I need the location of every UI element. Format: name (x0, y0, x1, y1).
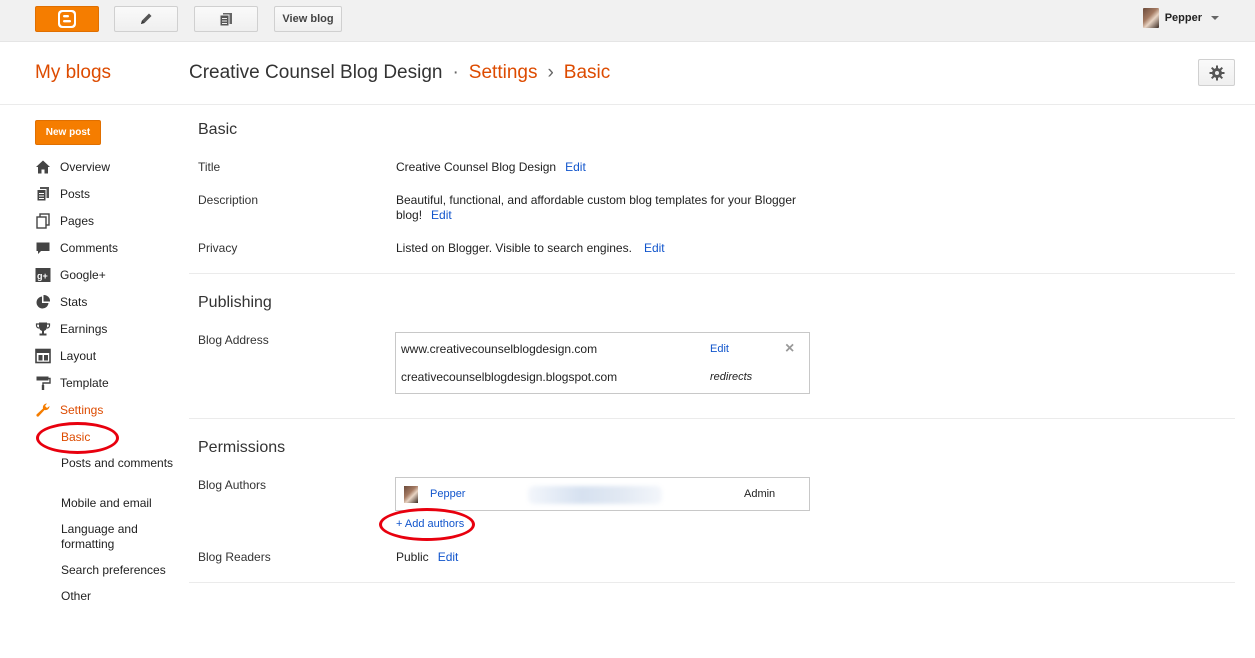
description-label: Description (198, 193, 259, 207)
sidebar-item-label: Comments (60, 241, 119, 255)
posts-icon (35, 186, 51, 202)
breadcrumb: Creative Counsel Blog Design · Settings … (189, 62, 610, 84)
new-post-pencil-button[interactable] (114, 6, 178, 32)
basic-section-heading: Basic (198, 121, 238, 138)
new-post-button[interactable]: New post (35, 120, 101, 145)
pages-icon (35, 213, 51, 229)
sidebar-item-settings[interactable]: Settings (35, 400, 103, 420)
author-name-link[interactable]: Pepper (430, 488, 465, 500)
edit-address-link[interactable]: Edit (710, 343, 729, 355)
blog-readers-row: Public Edit (396, 550, 458, 565)
edit-readers-link[interactable]: Edit (438, 550, 459, 564)
blog-readers-label: Blog Readers (198, 550, 271, 564)
avatar (1142, 8, 1159, 28)
permissions-section-heading: Permissions (198, 439, 286, 456)
blog-readers-value: Public (396, 550, 429, 564)
privacy-label: Privacy (198, 241, 238, 255)
sidebar-item-label: Layout (60, 349, 97, 363)
comments-icon (35, 240, 51, 256)
sidebar-item-overview[interactable]: Overview (35, 157, 110, 177)
stats-icon (35, 294, 51, 310)
page-header: My blogs Creative Counsel Blog Design · … (0, 42, 1255, 105)
top-bar: View blog Pepper (0, 0, 1255, 42)
title-value: Creative Counsel Blog Design (396, 160, 557, 174)
svg-text:g+: g+ (37, 271, 48, 281)
sidebar-item-earnings[interactable]: Earnings (35, 319, 107, 339)
section-divider (189, 418, 1235, 419)
sidebar-item-label: Earnings (60, 322, 108, 336)
edit-title-link[interactable]: Edit (565, 160, 586, 174)
layout-icon (35, 348, 51, 364)
annotation-circle-add-authors (379, 508, 475, 541)
settings-gear-button[interactable] (1198, 59, 1235, 86)
google-plus-icon: g+ (35, 267, 51, 283)
sidebar-item-label: Settings (60, 403, 104, 417)
breadcrumb-separator: · (452, 62, 459, 83)
sidebar-subitem-other[interactable]: Other (61, 589, 176, 604)
sidebar-subitem-posts-and-comments[interactable]: Posts and comments (61, 456, 176, 471)
privacy-value-row: Listed on Blogger. Visible to search eng… (396, 241, 665, 256)
home-icon (35, 159, 51, 175)
chevron-down-icon (1211, 16, 1219, 20)
sidebar-item-label: Google+ (60, 268, 106, 282)
privacy-value: Listed on Blogger. Visible to search eng… (396, 241, 632, 255)
blog-address-box: www.creativecounselblogdesign.com Edit ×… (395, 332, 810, 394)
section-divider (189, 582, 1235, 583)
blog-authors-label: Blog Authors (198, 478, 267, 492)
breadcrumb-separator: › (547, 62, 554, 83)
sidebar-item-pages[interactable]: Pages (35, 211, 94, 231)
breadcrumb-settings[interactable]: Settings (469, 62, 538, 84)
sidebar-item-label: Template (60, 376, 109, 390)
section-divider (189, 273, 1235, 274)
breadcrumb-blog-name: Creative Counsel Blog Design (189, 62, 443, 83)
description-value: Beautiful, functional, and affordable cu… (396, 193, 797, 222)
sidebar-subitem-mobile-and-email[interactable]: Mobile and email (61, 496, 176, 511)
my-blogs-link[interactable]: My blogs (35, 62, 111, 84)
publishing-section-heading: Publishing (198, 294, 272, 311)
blogger-logo-icon (58, 10, 76, 28)
sidebar-item-comments[interactable]: Comments (35, 238, 118, 258)
pencil-icon (141, 13, 152, 24)
title-value-row: Creative Counsel Blog Design Edit (396, 160, 586, 175)
sidebar-item-google-plus[interactable]: g+ Google+ (35, 265, 106, 285)
sidebar-subitem-search-preferences[interactable]: Search preferences (61, 563, 176, 578)
paint-roller-icon (35, 375, 51, 391)
custom-domain: www.creativecounselblogdesign.com (401, 342, 598, 356)
blogspot-domain: creativecounselblogdesign.blogspot.com (401, 370, 618, 384)
breadcrumb-basic: Basic (563, 62, 611, 83)
title-label: Title (198, 160, 221, 174)
wrench-icon (35, 402, 51, 418)
redirects-note: redirects (710, 371, 753, 383)
annotation-circle-basic (36, 422, 119, 454)
blog-authors-box: Pepper Admin (395, 477, 810, 511)
avatar (404, 486, 418, 503)
posts-list-button[interactable] (194, 6, 258, 32)
sidebar-item-label: Posts (60, 187, 91, 201)
author-role: Admin (744, 488, 776, 500)
sidebar-item-label: Overview (60, 160, 111, 174)
sidebar-item-layout[interactable]: Layout (35, 346, 96, 366)
blogger-logo-button[interactable] (35, 6, 99, 32)
trophy-icon (35, 321, 51, 337)
user-name: Pepper (1164, 12, 1202, 24)
posts-icon (219, 13, 232, 27)
sidebar-item-label: Stats (60, 295, 88, 309)
redacted-email (528, 486, 662, 504)
view-blog-button[interactable]: View blog (274, 6, 342, 32)
sidebar-item-template[interactable]: Template (35, 373, 109, 393)
gear-icon (1209, 65, 1224, 80)
account-menu[interactable]: Pepper (1142, 8, 1219, 28)
edit-description-link[interactable]: Edit (431, 208, 452, 222)
description-value-row: Beautiful, functional, and affordable cu… (396, 193, 816, 223)
blog-address-label: Blog Address (198, 333, 269, 347)
sidebar-item-posts[interactable]: Posts (35, 184, 90, 204)
sidebar-item-stats[interactable]: Stats (35, 292, 87, 312)
sidebar-subitem-language-and-formatting[interactable]: Language and formatting (61, 522, 176, 552)
sidebar-item-label: Pages (60, 214, 95, 228)
edit-privacy-link[interactable]: Edit (644, 241, 665, 255)
close-icon[interactable]: × (785, 341, 794, 357)
